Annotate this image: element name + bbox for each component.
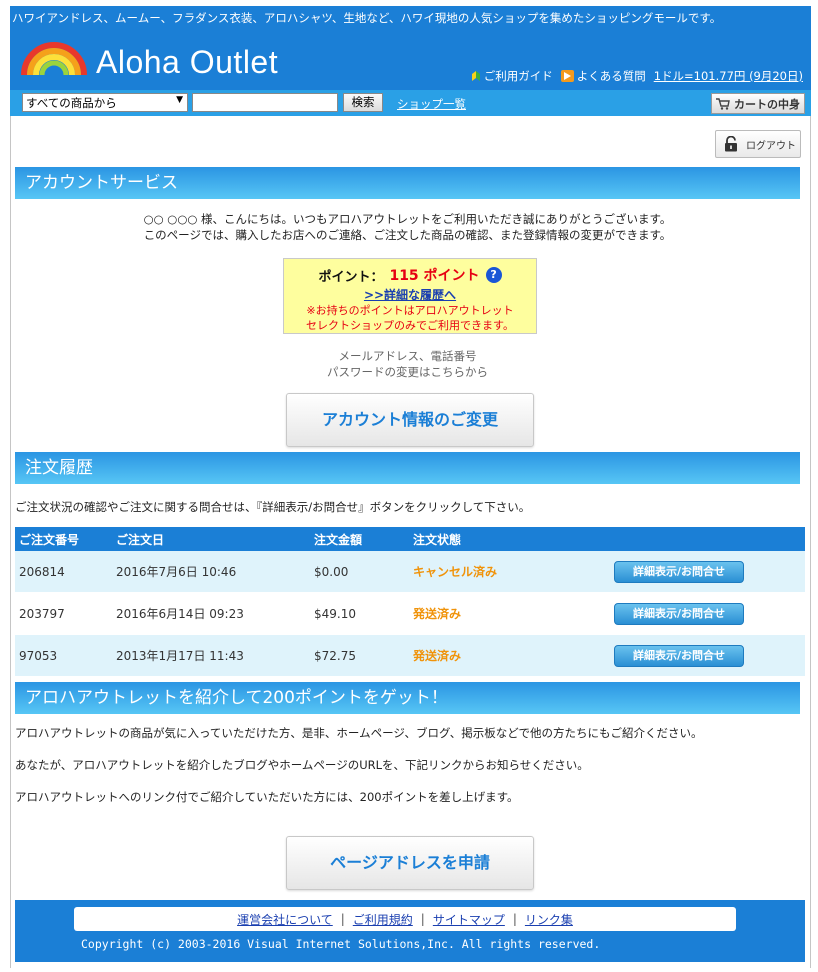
- site-footer: 運営会社について | ご利用規約 | サイトマップ | リンク集 Copyrig…: [15, 900, 805, 962]
- footer-separator: |: [420, 912, 425, 926]
- help-icon[interactable]: ?: [485, 267, 502, 283]
- search-bar: すべての商品から ▼ 検索 ショップ一覧 カートの中身: [10, 90, 811, 116]
- play-arrow-icon: [560, 70, 574, 82]
- cart-button-label: カートの中身: [734, 97, 800, 111]
- points-box: ポイント： 115 ポイント ? >>詳細な履歴へ ※お持ちのポイントはアロハア…: [283, 258, 537, 334]
- order-status: 発送済み: [413, 649, 462, 663]
- category-select-value: すべての商品から: [26, 96, 117, 110]
- category-select[interactable]: すべての商品から ▼: [22, 93, 188, 112]
- points-note-2: セレクトショップのみでご利用できます。: [306, 319, 514, 332]
- orders-table-header: ご注文番号 ご注文日 注文金額 注文状態: [15, 527, 805, 551]
- search-button[interactable]: 検索: [343, 93, 383, 112]
- order-amount: $49.10: [314, 606, 356, 621]
- table-row: 203797 2016年6月14日 09:23 $49.10 発送済み 詳細表示…: [15, 593, 805, 635]
- faq-link-label: よくある質問: [576, 69, 646, 83]
- footer-link-sitemap[interactable]: サイトマップ: [433, 911, 505, 928]
- order-date: 2016年6月14日 09:23: [116, 607, 244, 621]
- order-date: 2013年1月17日 11:43: [116, 649, 244, 663]
- table-row: 206814 2016年7月6日 10:46 $0.00 キャンセル済み 詳細表…: [15, 551, 805, 593]
- footer-link-links[interactable]: リンク集: [525, 911, 573, 928]
- dropdown-arrow-icon: ▼: [176, 95, 183, 105]
- page-address-request-button[interactable]: ページアドレスを申請: [286, 836, 534, 890]
- referral-text-2: あなたが、アロハアウトレットを紹介したブログやホームページのURLを、下記リンク…: [15, 758, 589, 772]
- col-order-status: 注文状態: [413, 532, 462, 547]
- order-date: 2016年7月6日 10:46: [116, 565, 237, 579]
- account-change-button[interactable]: アカウント情報のご変更: [286, 393, 534, 447]
- beginner-mark-icon: [471, 71, 480, 81]
- logout-button[interactable]: ログアウト: [715, 130, 801, 158]
- header-links: ご利用ガイド よくある質問 1ドル=101.77円 (9月20日): [471, 68, 803, 84]
- rainbow-logo-icon[interactable]: [20, 41, 88, 77]
- cart-button[interactable]: カートの中身: [711, 93, 805, 114]
- order-amount: $0.00: [314, 564, 349, 579]
- points-note-1: ※お持ちのポイントはアロハアウトレット: [306, 304, 514, 317]
- order-number: 97053: [19, 648, 58, 663]
- points-line: ポイント： 115 ポイント ?: [284, 265, 536, 285]
- footer-links: 運営会社について | ご利用規約 | サイトマップ | リンク集: [74, 907, 736, 931]
- referral-section-title: アロハアウトレットを紹介して200ポイントをゲット！: [15, 682, 800, 714]
- referral-text-3: アロハアウトレットへのリンク付でご紹介していただいた方には、200ポイントを差し…: [15, 790, 519, 804]
- brand-name[interactable]: Aloha Outlet: [96, 44, 278, 81]
- search-input[interactable]: [192, 93, 338, 112]
- copyright-text: Copyright (c) 2003-2016 Visual Internet …: [81, 937, 601, 951]
- col-order-amount: 注文金額: [314, 532, 363, 547]
- order-status: キャンセル済み: [413, 565, 498, 579]
- order-detail-button[interactable]: 詳細表示/お問合せ: [614, 645, 744, 667]
- guide-link[interactable]: ご利用ガイド: [471, 68, 553, 84]
- cart-icon: [716, 97, 730, 110]
- shop-list-link[interactable]: ショップ一覧: [397, 96, 466, 112]
- change-note-2: パスワードの変更はこちらから: [327, 365, 488, 379]
- footer-link-company[interactable]: 運営会社について: [237, 911, 333, 928]
- site-tagline: ハワイアンドレス、ムームー、フラダンス衣装、アロハシャツ、生地など、ハワイ現地の…: [12, 11, 722, 25]
- points-history-link[interactable]: >>詳細な履歴へ: [284, 286, 536, 303]
- order-number: 206814: [19, 564, 65, 579]
- orders-section-title: 注文履歴: [15, 452, 800, 484]
- change-note-1: メールアドレス、電話番号: [338, 349, 477, 363]
- orders-intro: ご注文状況の確認やご注文に関する問合せは、『詳細表示/お問合せ』ボタンをクリック…: [15, 500, 531, 514]
- order-number: 203797: [19, 606, 65, 621]
- footer-separator: |: [340, 912, 345, 926]
- col-order-date: ご注文日: [116, 532, 165, 547]
- exchange-rate-link[interactable]: 1ドル=101.77円 (9月20日): [654, 68, 803, 84]
- order-amount: $72.75: [314, 648, 356, 663]
- padlock-icon: [725, 136, 737, 152]
- greeting-text: ○○ ○○○ 様、こんにちは。いつもアロハアウトレットをご利用いただき誠にありが…: [143, 212, 672, 226]
- order-detail-button[interactable]: 詳細表示/お問合せ: [614, 603, 744, 625]
- order-status: 発送済み: [413, 607, 462, 621]
- footer-link-terms[interactable]: ご利用規約: [353, 911, 413, 928]
- logout-label: ログアウト: [746, 140, 796, 152]
- faq-link[interactable]: よくある質問: [560, 68, 646, 84]
- orders-table: ご注文番号 ご注文日 注文金額 注文状態 206814 2016年7月6日 10…: [15, 527, 805, 677]
- points-label: ポイント：: [318, 269, 384, 285]
- guide-link-label: ご利用ガイド: [483, 69, 553, 83]
- greeting-text-2: このページでは、購入したお店へのご連絡、ご注文した商品の確認、また登録情報の変更…: [143, 228, 672, 242]
- points-value: 115 ポイント: [389, 268, 480, 284]
- site-header: ハワイアンドレス、ムームー、フラダンス衣装、アロハシャツ、生地など、ハワイ現地の…: [10, 6, 811, 116]
- col-order-number: ご注文番号: [19, 532, 80, 547]
- order-detail-button[interactable]: 詳細表示/お問合せ: [614, 561, 744, 583]
- referral-text-1: アロハアウトレットの商品が気に入っていただけた方、是非、ホームページ、ブログ、掲…: [15, 726, 703, 740]
- table-row: 97053 2013年1月17日 11:43 $72.75 発送済み 詳細表示/…: [15, 635, 805, 677]
- account-section-title: アカウントサービス: [15, 167, 800, 199]
- footer-separator: |: [512, 912, 517, 926]
